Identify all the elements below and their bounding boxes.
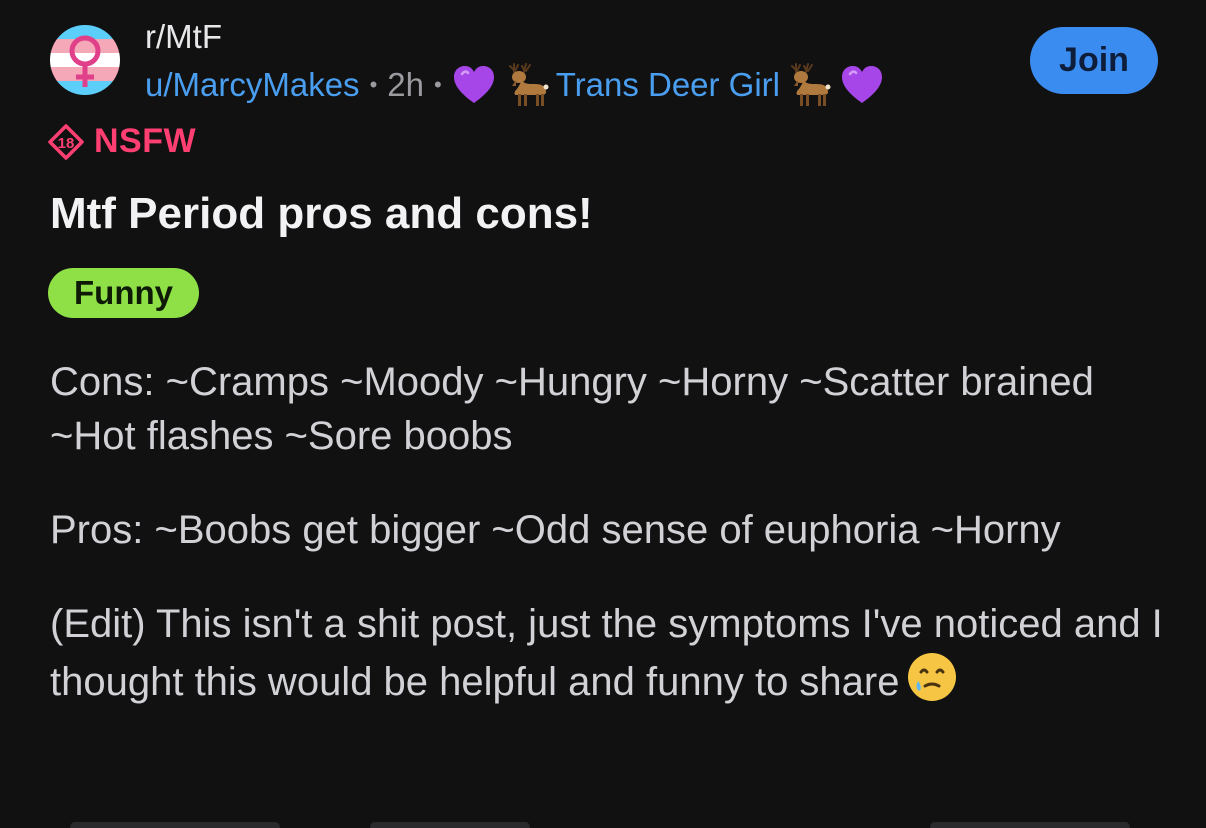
post-body: Cons: ~Cramps ~Moody ~Hungry ~Horny ~Sca… (50, 355, 1170, 717)
subreddit-name[interactable]: r/MtF (145, 16, 884, 58)
post-flair-badge[interactable]: Funny (48, 268, 199, 318)
post-body-cons: Cons: ~Cramps ~Moody ~Hungry ~Horny ~Sca… (50, 360, 1094, 458)
post-body-edit-text: (Edit) This isn't a shit post, just the … (50, 602, 1163, 704)
post-header: r/MtF u/MarcyMakes • 2h • Trans Deer Gir… (145, 16, 884, 108)
post-card: r/MtF u/MarcyMakes • 2h • Trans Deer Gir… (0, 0, 1206, 828)
join-button[interactable]: Join (1030, 27, 1158, 94)
purple-heart-icon (842, 66, 883, 103)
post-title[interactable]: Mtf Period pros and cons! (50, 186, 593, 242)
username-link[interactable]: u/MarcyMakes (145, 63, 360, 107)
nsfw-label: NSFW (94, 122, 197, 160)
nsfw-tag: 18 NSFW (48, 122, 196, 161)
action-bar-hint (930, 822, 1130, 828)
deer-icon (791, 63, 831, 106)
action-bar-hint (70, 822, 280, 828)
deer-icon (508, 63, 549, 106)
action-bar-hint (370, 822, 530, 828)
face-holding-back-tears-icon (906, 651, 958, 717)
purple-heart-icon (453, 66, 494, 103)
nsfw-18-badge-icon: 18 (48, 123, 84, 160)
user-flair: Trans Deer Girl (452, 62, 884, 108)
post-body-edit: (Edit) This isn't a shit post, just the … (50, 597, 1170, 717)
subreddit-avatar[interactable] (50, 25, 120, 95)
post-meta: u/MarcyMakes • 2h • Trans Deer Girl (145, 62, 884, 108)
separator-dot: • (433, 72, 442, 97)
nsfw-badge-number: 18 (58, 135, 75, 152)
separator-dot: • (369, 72, 378, 97)
user-flair-text: Trans Deer Girl (555, 66, 781, 103)
post-age: 2h (387, 66, 424, 103)
post-body-pros: Pros: ~Boobs get bigger ~Odd sense of eu… (50, 508, 1061, 552)
trans-flag-venus-icon (50, 25, 120, 95)
